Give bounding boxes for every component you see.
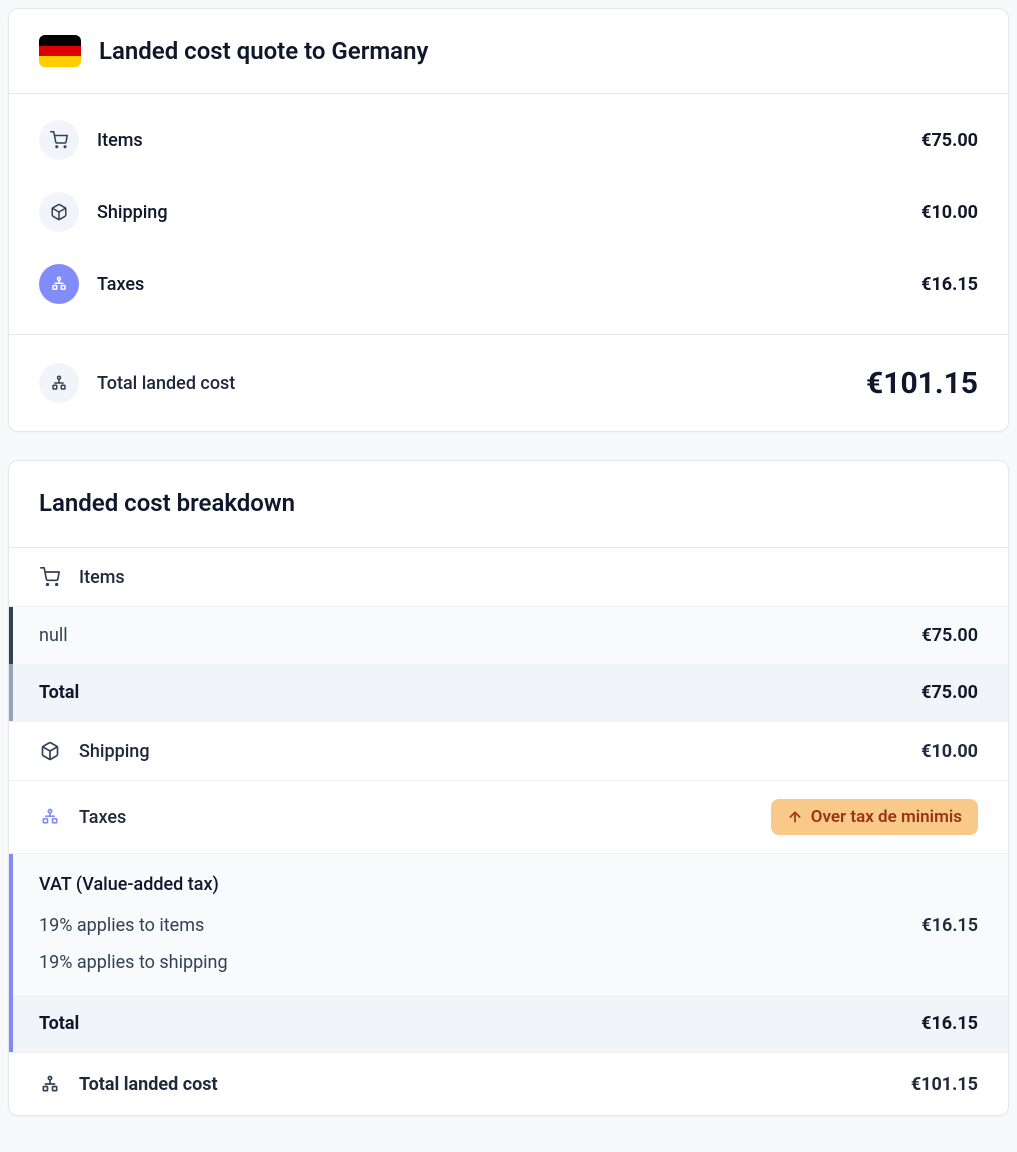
shipping-value: €10.00 — [921, 202, 978, 223]
vat-line-label: 19% applies to items — [39, 915, 921, 936]
shipping-section-value: €10.00 — [921, 741, 978, 762]
summary-row-taxes: Taxes €16.15 — [39, 248, 978, 320]
summary-total-row: Total landed cost €101.15 — [9, 335, 1008, 431]
items-label: Items — [97, 130, 921, 151]
vat-line-value: €16.15 — [921, 915, 978, 936]
hierarchy-icon — [39, 1073, 61, 1095]
breakdown-taxes-header: Taxes Over tax de minimis — [9, 781, 1008, 854]
taxes-value: €16.15 — [921, 274, 978, 295]
total-value: €101.15 — [866, 366, 978, 401]
taxes-icon — [39, 264, 79, 304]
total-label: Total landed cost — [97, 373, 866, 394]
vat-block: VAT (Value-added tax) 19% applies to ite… — [9, 854, 1008, 995]
quote-header: Landed cost quote to Germany — [9, 9, 1008, 94]
grand-total-value: €101.15 — [911, 1074, 978, 1095]
package-icon — [39, 740, 61, 762]
vat-title: VAT (Value-added tax) — [39, 868, 978, 907]
grand-total-label: Total landed cost — [79, 1074, 893, 1095]
items-total-row: Total €75.00 — [9, 664, 1008, 721]
vat-line-label: 19% applies to shipping — [39, 952, 978, 973]
summary-row-shipping: Shipping €10.00 — [39, 176, 978, 248]
breakdown-title: Landed cost breakdown — [39, 489, 978, 517]
breakdown-items-header: Items — [9, 548, 1008, 607]
cart-icon — [39, 566, 61, 588]
breakdown-shipping-header: Shipping €10.00 — [9, 721, 1008, 781]
germany-flag-icon — [39, 35, 81, 67]
cart-icon — [39, 120, 79, 160]
quote-title: Landed cost quote to Germany — [99, 37, 428, 65]
summary-row-items: Items €75.00 — [39, 104, 978, 176]
item-line-value: €75.00 — [921, 625, 978, 646]
breakdown-header: Landed cost breakdown — [9, 461, 1008, 548]
vat-line-items: 19% applies to items €16.15 — [39, 907, 978, 944]
hierarchy-icon — [39, 363, 79, 403]
items-value: €75.00 — [921, 130, 978, 151]
shipping-section-label: Shipping — [79, 741, 903, 762]
taxes-label: Taxes — [97, 274, 921, 295]
items-total-label: Total — [39, 682, 921, 703]
summary-list: Items €75.00 Shipping €10.00 Taxes €16.1… — [9, 94, 1008, 335]
taxes-icon — [39, 806, 61, 828]
items-section-label: Items — [79, 567, 978, 588]
arrow-up-icon — [787, 809, 803, 825]
shipping-label: Shipping — [97, 202, 921, 223]
breakdown-card: Landed cost breakdown Items null €75.00 … — [8, 460, 1009, 1116]
taxes-total-row: Total €16.15 — [9, 995, 1008, 1052]
badge-text: Over tax de minimis — [811, 807, 962, 827]
item-line-row: null €75.00 — [9, 607, 1008, 664]
quote-summary-card: Landed cost quote to Germany Items €75.0… — [8, 8, 1009, 432]
over-de-minimis-badge: Over tax de minimis — [771, 799, 978, 835]
taxes-section-label: Taxes — [79, 807, 753, 828]
breakdown-grand-total: Total landed cost €101.15 — [9, 1052, 1008, 1115]
taxes-total-label: Total — [39, 1013, 921, 1034]
taxes-total-value: €16.15 — [921, 1013, 978, 1034]
vat-line-shipping: 19% applies to shipping — [39, 944, 978, 981]
items-total-value: €75.00 — [921, 682, 978, 703]
package-icon — [39, 192, 79, 232]
item-line-label: null — [39, 625, 921, 646]
